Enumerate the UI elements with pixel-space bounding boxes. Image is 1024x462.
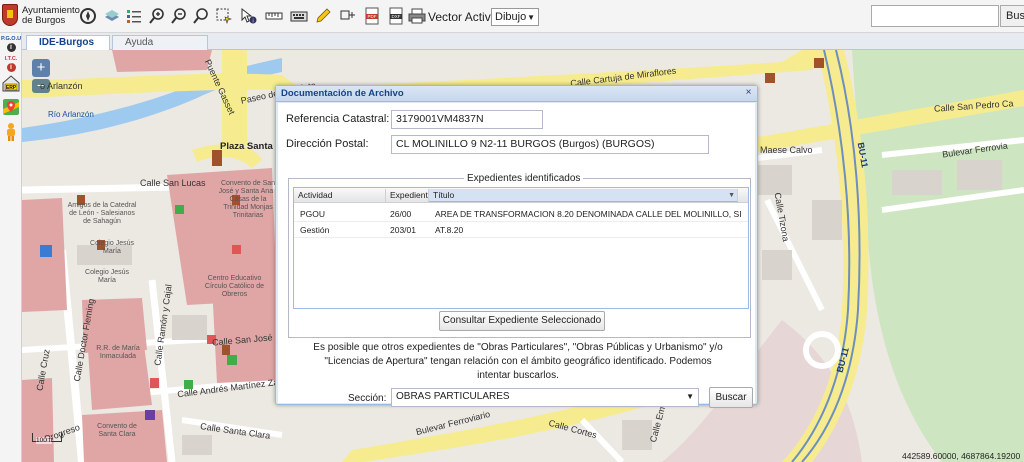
chevron-down-icon[interactable]: ▼	[728, 189, 735, 201]
map-label-convento-san-jose: Convento de San José y Santa Ana - Casas…	[218, 180, 278, 219]
map-label-colegio-jesus-maria-1: Colegio Jesús María	[90, 240, 134, 255]
select-area-icon[interactable]	[214, 6, 234, 26]
zoom-out-icon[interactable]	[169, 6, 189, 26]
cell-actividad: PGOU	[300, 209, 326, 219]
vector-active-select[interactable]: Dibujo ▼	[491, 8, 539, 26]
itc-info-button[interactable]: I.T.C. i	[1, 56, 21, 72]
grid-header: Actividad Expediente Título ▼	[294, 188, 748, 203]
erp-button[interactable]: ERP	[1, 75, 21, 95]
info-pointer-icon[interactable]: i	[238, 6, 258, 26]
expedientes-grid: Actividad Expediente Título ▼ PGOU 26/00…	[293, 187, 749, 309]
top-toolbar: Ayuntamiento de Burgos i PDF DXF Vector …	[0, 0, 1024, 33]
svg-text:DXF: DXF	[392, 14, 401, 19]
svg-text:PDF: PDF	[368, 14, 377, 19]
map-label-rio-arlanzon: Río Arlanzón	[48, 110, 94, 119]
tab-bar: IDE-Burgos Ayuda	[22, 33, 1024, 51]
column-header-expediente[interactable]: Expediente	[386, 189, 429, 202]
documentation-dialog: Documentación de Archivo × Referencia Ca…	[275, 85, 758, 408]
column-header-actividad[interactable]: Actividad	[294, 189, 386, 202]
google-maps-icon	[3, 99, 19, 115]
map-label-plaza-santa-teresa: Plaza Santa Teresa	[220, 142, 305, 152]
itc-label: I.T.C.	[4, 56, 18, 62]
keyboard-icon[interactable]	[289, 6, 309, 26]
vector-active-label: Vector Activo:	[428, 10, 501, 24]
direccion-postal-label: Dirección Postal:	[286, 138, 369, 150]
consult-expediente-button[interactable]: Consultar Expediente Seleccionado	[439, 311, 605, 331]
cell-titulo: AT.8.20	[435, 225, 464, 235]
ref-catastral-field[interactable]: 3179001VM4837N	[391, 110, 543, 129]
map-label-colegio-jesus-maria-2: Colegio Jesús María	[85, 269, 129, 284]
info-icon: i	[6, 43, 16, 52]
map-label-maese-calvo: Maese Calvo	[760, 145, 813, 155]
export-icon[interactable]: DXF	[386, 6, 406, 26]
erp-label: ERP	[6, 85, 17, 91]
erp-house-icon: ERP	[2, 75, 20, 92]
print-icon[interactable]	[407, 6, 427, 26]
logo-line-2: de Burgos	[22, 15, 66, 26]
expedientes-legend: Expedientes identificados	[464, 173, 584, 184]
pdf-icon[interactable]: PDF	[362, 6, 382, 26]
layers-icon[interactable]	[102, 6, 122, 26]
table-row[interactable]: PGOU 26/00 AREA DE TRANSFORMACION 8.20 D…	[294, 206, 748, 222]
compass-icon[interactable]	[78, 6, 98, 26]
direccion-postal-field[interactable]: CL MOLINILLO 9 N2-11 BURGOS (Burgos) (BU…	[391, 135, 709, 154]
street-view-button[interactable]	[1, 122, 21, 145]
coordinates-readout: 442589.60000, 4687864.19200	[902, 451, 1021, 461]
vector-active-value: Dibujo	[495, 11, 527, 23]
chevron-down-icon: ▼	[527, 12, 535, 22]
cell-actividad: Gestión	[300, 225, 330, 235]
legend-icon[interactable]	[124, 6, 144, 26]
scale-label: 100 ft	[36, 437, 53, 444]
measure-icon[interactable]	[264, 6, 284, 26]
search-button[interactable]: Busca	[1000, 5, 1024, 27]
dialog-title: Documentación de Archivo	[281, 88, 404, 99]
cell-titulo: AREA DE TRANSFORMACION 8.20 DENOMINADA C…	[435, 209, 741, 219]
column-header-titulo[interactable]: Título ▼	[429, 189, 738, 202]
map-label-convento-santa-clara: Convento de Santa Clara	[97, 423, 137, 438]
section-label: Sección:	[348, 393, 387, 404]
cell-expediente: 26/00	[390, 209, 412, 219]
tab-ide-burgos[interactable]: IDE-Burgos	[26, 35, 110, 51]
zoom-in-icon[interactable]	[147, 6, 167, 26]
dialog-body: Referencia Catastral: 3179001VM4837N Dir…	[278, 103, 755, 408]
google-maps-button[interactable]	[1, 98, 21, 119]
coat-of-arms-icon	[2, 4, 18, 26]
column-header-titulo-label: Título	[433, 190, 455, 200]
draw-pencil-icon[interactable]	[313, 6, 333, 26]
pegman-icon	[7, 123, 15, 141]
left-tool-column: P.G.O.U i I.T.C. i ERP	[0, 33, 22, 462]
zoom-in-button[interactable]: +	[32, 59, 50, 77]
info-icon: i	[6, 63, 16, 72]
coordinates-icon[interactable]	[338, 6, 358, 26]
svg-text:i: i	[252, 19, 253, 25]
ref-catastral-label: Referencia Catastral:	[286, 113, 390, 125]
map-label-arlanzon: o Arlanzón	[40, 81, 83, 91]
city-logo[interactable]: Ayuntamiento de Burgos	[2, 3, 80, 30]
map-label-centro-educativo: Centro Educativo Círculo Católico de Obr…	[204, 275, 265, 298]
map-label-amigos-catedral: Amigos de la Catedral de León - Salesian…	[67, 202, 137, 225]
related-expedientes-note: Es posible que otros expedientes de "Obr…	[313, 342, 723, 381]
chevron-down-icon: ▼	[686, 392, 694, 401]
cell-expediente: 203/01	[390, 225, 416, 235]
map-label-san-lucas: Calle San Lucas	[140, 178, 206, 188]
search-input[interactable]	[871, 5, 999, 27]
table-row[interactable]: Gestión 203/01 AT.8.20	[294, 222, 748, 238]
zoom-extent-icon[interactable]	[191, 6, 211, 26]
expedientes-fieldset: Expedientes identificados Actividad Expe…	[288, 173, 751, 338]
pgou-info-button[interactable]: P.G.O.U i	[1, 36, 21, 52]
pgou-label: P.G.O.U	[1, 36, 22, 42]
buscar-button[interactable]: Buscar	[709, 387, 753, 408]
section-select-value: OBRAS PARTICULARES	[396, 391, 510, 402]
dialog-header[interactable]: Documentación de Archivo ×	[276, 86, 757, 102]
map-label-rr-maria-inmaculada: R.R. de María Inmaculada	[96, 345, 140, 360]
section-select[interactable]: OBRAS PARTICULARES ▼	[391, 388, 699, 407]
close-icon[interactable]: ×	[743, 88, 754, 99]
tab-ayuda[interactable]: Ayuda	[112, 35, 208, 50]
